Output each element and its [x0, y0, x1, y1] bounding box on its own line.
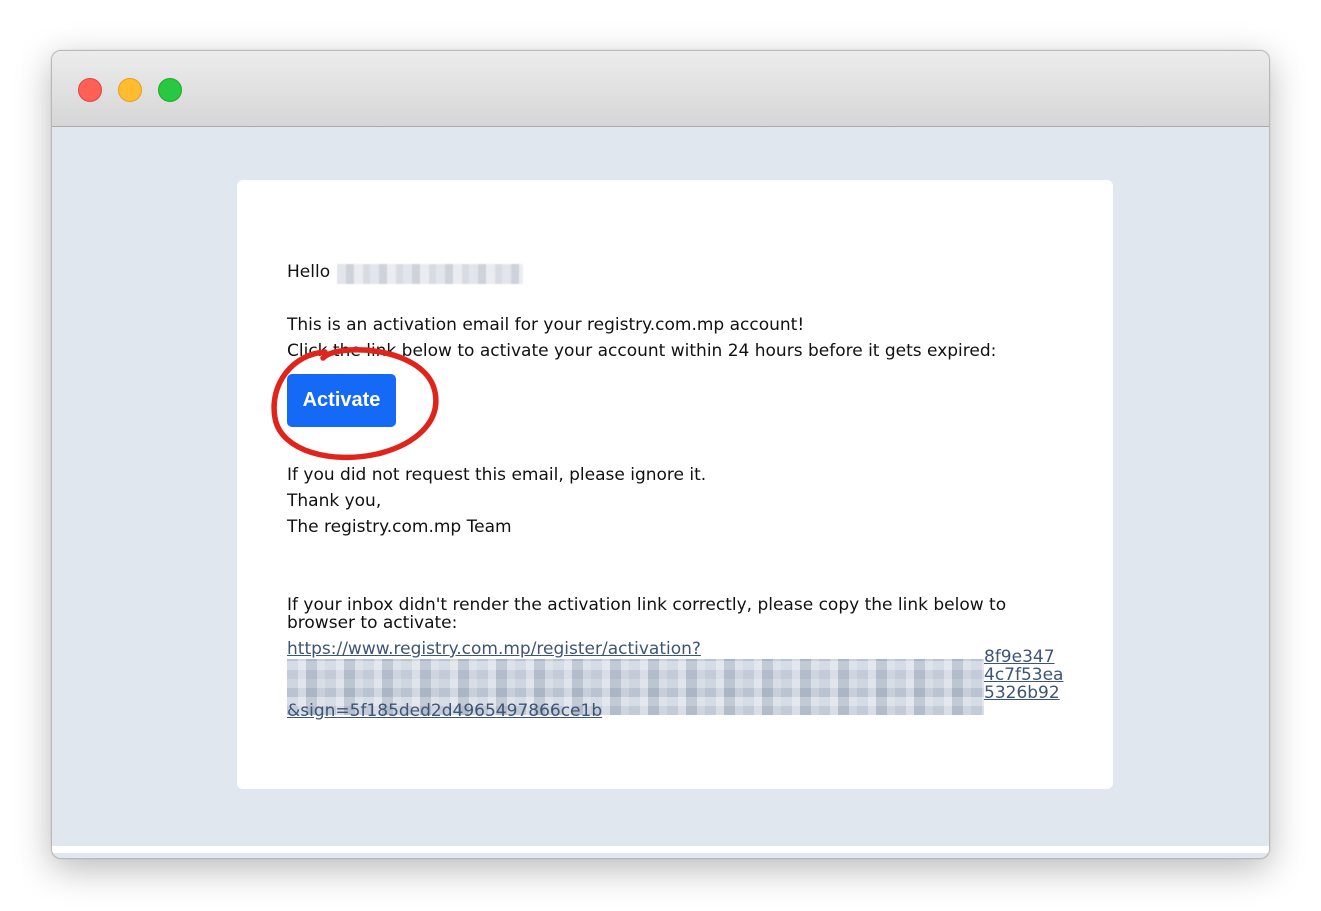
signature-text: The registry.com.mp Team: [287, 517, 512, 537]
redacted-username: [337, 264, 523, 284]
email-card: Hello This is an activation email for yo…: [237, 180, 1113, 789]
thanks-text: Thank you,: [287, 491, 382, 511]
close-window-button[interactable]: [78, 78, 102, 102]
intro-text: This is an activation email for your reg…: [287, 315, 805, 335]
activation-link-tail1[interactable]: 8f9e347: [984, 648, 1055, 666]
activation-link-tail3[interactable]: 5326b92: [984, 684, 1060, 702]
activation-link-last[interactable]: &sign=5f185ded2d4965497866ce1b: [287, 702, 602, 720]
fallback-text-line2: browser to activate:: [287, 613, 458, 633]
maximize-window-button[interactable]: [158, 78, 182, 102]
greeting: Hello: [287, 262, 331, 282]
activate-button[interactable]: Activate: [287, 374, 396, 427]
ignore-note: If you did not request this email, pleas…: [287, 465, 707, 485]
minimize-window-button[interactable]: [118, 78, 142, 102]
activation-link-line1[interactable]: https://www.registry.com.mp/register/act…: [287, 640, 701, 658]
email-viewer: Hello This is an activation email for yo…: [52, 128, 1269, 853]
activation-link-tail2[interactable]: 4c7f53ea: [984, 666, 1063, 684]
instruction-text: Click the link below to activate your ac…: [287, 341, 997, 361]
browser-window: Hello This is an activation email for yo…: [51, 50, 1270, 859]
fallback-text-line1: If your inbox didn't render the activati…: [287, 595, 1007, 615]
title-bar: [52, 51, 1269, 127]
window-bottom-strip: [52, 846, 1269, 853]
